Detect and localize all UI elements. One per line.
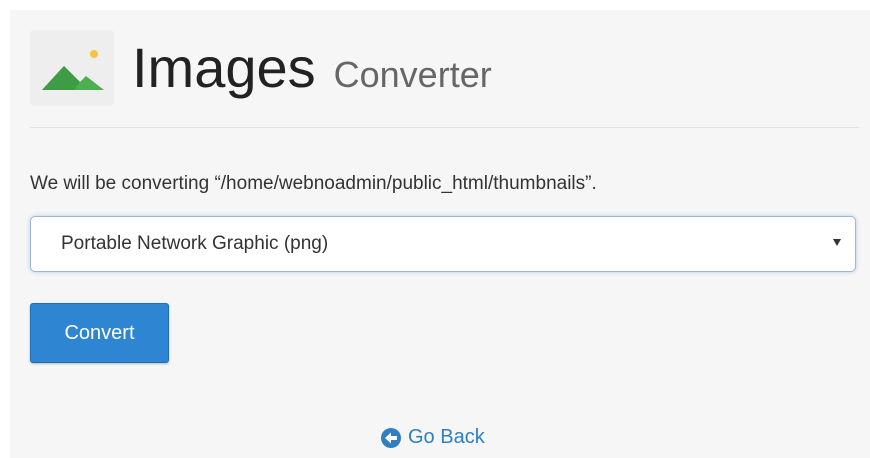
arrow-left-circle-icon [380, 427, 402, 449]
convert-button[interactable]: Convert [30, 303, 169, 363]
landscape-image-icon [30, 30, 114, 106]
page-title: Images Converter [132, 40, 492, 96]
format-select-value: Portable Network Graphic (png) [61, 233, 329, 254]
chevron-down-icon [833, 239, 841, 246]
page-title-main: Images [132, 36, 316, 99]
conversion-message: We will be converting “/home/webnoadmin/… [30, 173, 597, 194]
go-back-link[interactable]: Go Back [380, 426, 485, 449]
page-title-subtitle: Converter [333, 54, 492, 95]
content-panel: Images Converter We will be converting “… [10, 10, 870, 458]
format-select[interactable]: Portable Network Graphic (png) [30, 216, 856, 272]
page-header: Images Converter [30, 28, 492, 108]
go-back-label: Go Back [408, 426, 485, 448]
header-divider [30, 127, 859, 128]
